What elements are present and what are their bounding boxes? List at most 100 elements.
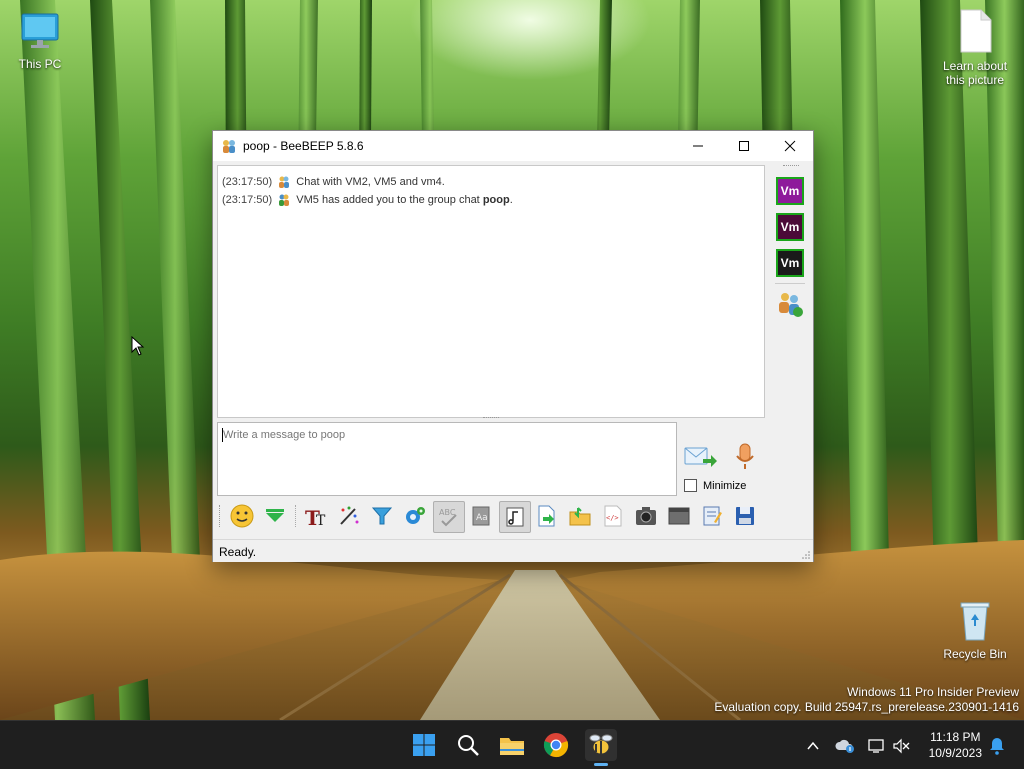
search-icon <box>458 735 479 756</box>
spellcheck-button[interactable]: ABC <box>433 501 465 533</box>
send-file-icon <box>538 505 555 527</box>
minimize-icon <box>693 145 703 147</box>
panel-grip <box>783 165 799 166</box>
mouse-cursor-icon <box>131 336 145 356</box>
add-user-icon <box>279 194 290 206</box>
font-button[interactable]: TT <box>301 501 331 531</box>
network-tray-button[interactable] <box>866 735 888 757</box>
splitter-handle[interactable] <box>483 417 499 421</box>
toolbar-separator <box>295 505 296 527</box>
member-vm-button[interactable]: Vm <box>776 249 804 277</box>
member-label: Vm <box>780 256 800 270</box>
terminal-icon <box>668 507 690 525</box>
beebeep-chat-window: poop - BeeBEEP 5.8.6 (23:17:50) Chat wit… <box>212 130 814 562</box>
status-text: Ready. <box>219 545 257 559</box>
notes-button[interactable] <box>697 501 727 531</box>
desktop-icon-label: Learn about this picture <box>942 59 1008 87</box>
expand-button[interactable] <box>260 501 290 531</box>
panel-divider <box>775 283 805 284</box>
window-title: poop - BeeBEEP 5.8.6 <box>243 139 364 153</box>
screenshot-button[interactable] <box>631 501 661 531</box>
send-file-button[interactable] <box>532 501 562 531</box>
watermark-line-2: Evaluation copy. Build 25947.rs_prerelea… <box>714 700 1019 714</box>
taskbar-clock[interactable]: 11:18 PM 10/9/2023 <box>929 729 982 761</box>
network-icon <box>868 739 884 753</box>
clock-time: 11:18 PM <box>930 730 981 744</box>
save-chat-button[interactable] <box>730 501 760 531</box>
save-icon <box>736 507 754 525</box>
chat-toolbar: TT ABC Aa </> <box>217 499 809 535</box>
active-app-indicator <box>594 763 608 766</box>
chat-message: (23:17:50) VM5 has added you to the grou… <box>222 193 513 207</box>
font-color-button[interactable] <box>334 501 364 531</box>
emoticon-icon <box>230 504 254 528</box>
share-folder-button[interactable] <box>565 501 595 531</box>
window-titlebar[interactable]: poop - BeeBEEP 5.8.6 <box>213 131 813 161</box>
taskbar: 11:18 PM 10/9/2023 <box>0 720 1024 769</box>
desktop-icon-learn-about-picture[interactable]: Learn about this picture <box>935 8 1015 87</box>
svg-text:</>: </> <box>606 514 619 522</box>
member-label: Vm <box>780 220 800 234</box>
svg-text:T: T <box>316 513 326 528</box>
file-explorer-button[interactable] <box>496 729 528 761</box>
chrome-button[interactable] <box>540 729 572 761</box>
send-button[interactable] <box>683 442 719 472</box>
chevron-up-icon <box>807 741 819 750</box>
emoticons-button[interactable] <box>227 501 257 531</box>
desktop-icon-this-pc[interactable]: This PC <box>0 10 80 71</box>
font-icon: TT <box>305 506 326 528</box>
taskbar-search-button[interactable] <box>452 729 484 761</box>
sound-button[interactable] <box>499 501 531 533</box>
svg-text:ABC: ABC <box>439 508 456 517</box>
volume-mute-icon <box>893 738 910 754</box>
toolbar-grip <box>219 505 223 527</box>
voice-message-button[interactable] <box>731 442 759 472</box>
chat-history[interactable]: (23:17:50) Chat with VM2, VM5 and vm4. (… <box>217 165 765 418</box>
dictionary-button[interactable]: Aa <box>466 501 496 531</box>
message-text: VM5 has added you to the group chat <box>296 193 483 206</box>
microphone-icon <box>736 443 754 469</box>
svg-text:Aa: Aa <box>476 513 488 523</box>
beebeep-taskbar-button[interactable] <box>585 729 617 761</box>
desktop-icon-label: Recycle Bin <box>943 647 1007 661</box>
maximize-button[interactable] <box>721 131 767 161</box>
minimize-checkbox[interactable]: Minimize <box>684 479 746 492</box>
group-chat-icon <box>279 176 290 188</box>
resize-grip-icon[interactable] <box>801 550 811 560</box>
onedrive-icon <box>835 739 854 753</box>
html-button[interactable]: </> <box>598 501 628 531</box>
message-input-placeholder: Write a message to poop <box>223 429 346 441</box>
member-vm-button[interactable]: Vm <box>776 177 804 205</box>
show-hidden-icons-button[interactable] <box>802 735 824 757</box>
message-suffix: . <box>509 193 513 206</box>
settings-button[interactable] <box>400 501 430 531</box>
desktop-icon-label: This PC <box>18 57 62 71</box>
beebeep-app-icon <box>223 140 235 153</box>
group-members-button[interactable] <box>774 289 806 321</box>
member-label: Vm <box>780 184 800 198</box>
terminal-button[interactable] <box>664 501 694 531</box>
checkbox-box[interactable] <box>684 479 697 492</box>
recycle-bin-icon <box>960 602 990 641</box>
notifications-button[interactable] <box>986 735 1008 757</box>
members-panel: Vm Vm Vm <box>771 165 811 495</box>
monitor-icon <box>21 13 59 48</box>
close-button[interactable] <box>767 131 813 161</box>
message-input[interactable]: Write a message to poop <box>217 422 677 496</box>
onedrive-tray-button[interactable] <box>834 735 856 757</box>
member-vm-button[interactable]: Vm <box>776 213 804 241</box>
start-icon <box>413 734 435 756</box>
volume-tray-button[interactable] <box>890 735 912 757</box>
filter-button[interactable] <box>367 501 397 531</box>
expand-icon <box>266 509 284 522</box>
start-button[interactable] <box>408 729 440 761</box>
screenshot-icon <box>636 507 656 525</box>
message-timestamp: (23:17:50) <box>222 175 273 188</box>
clock-date: 10/9/2023 <box>928 746 982 760</box>
desktop-icon-recycle-bin[interactable]: Recycle Bin <box>935 598 1015 661</box>
notes-icon <box>703 506 722 526</box>
close-icon <box>784 140 796 152</box>
settings-icon <box>406 507 425 524</box>
send-icon <box>684 447 717 467</box>
minimize-button[interactable] <box>675 131 721 161</box>
